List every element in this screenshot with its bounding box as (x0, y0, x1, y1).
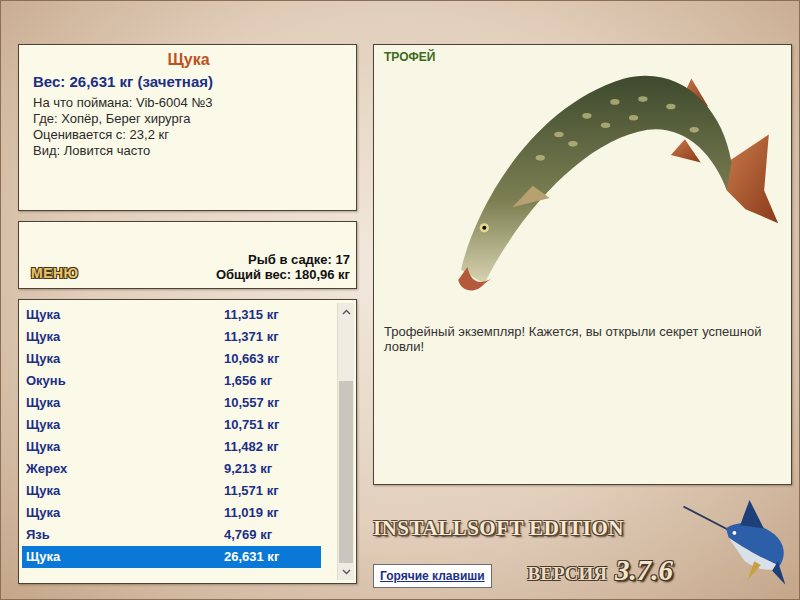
right-column: ТРОФЕЙ Трофейный экземпляр! Кажется, вы о… (373, 44, 792, 600)
fish-name-cell: Окунь (22, 371, 224, 391)
trophy-label: ТРОФЕЙ (384, 49, 447, 304)
version-row: Горячие клавиши ВЕРСИЯ 3.7.6 (373, 549, 673, 593)
scrollbar[interactable] (337, 303, 354, 580)
catch-row[interactable]: Щука10,751 кг (22, 414, 321, 436)
fish-weight-cell: 26,631 кг (224, 547, 279, 567)
edition-logo: INSTALLSOFT EDITION (373, 513, 673, 545)
fish-weight-cell: 1,656 кг (224, 371, 272, 391)
catch-row[interactable]: Щука11,019 кг (22, 502, 321, 524)
scroll-up-button[interactable] (338, 303, 354, 320)
fish-name-cell: Щука (22, 393, 224, 413)
version: ВЕРСИЯ 3.7.6 (528, 549, 673, 593)
fish-info-panel: ЩукаВес: 26,631 кг (зачетная) На что пойм… (18, 44, 357, 211)
scroll-track[interactable] (338, 320, 354, 563)
trophy-panel: ТРОФЕЙ Трофейный экземпляр! Кажется, вы о… (373, 44, 792, 485)
menu-button[interactable]: МЕНЮ (29, 264, 81, 282)
hotkeys-button[interactable]: Горячие клавиши (373, 564, 492, 588)
catch-row[interactable]: Щука10,557 кг (22, 392, 321, 414)
fish-name-cell: Щука (22, 547, 224, 567)
fish-weight-cell: 11,371 кг (224, 327, 279, 347)
keepnet-panel: МЕНЮ Рыб в садке: 17Общий вес: 180,96 кг (18, 221, 357, 289)
catch-row[interactable]: Щука11,482 кг (22, 436, 321, 458)
fish-name-cell: Щука (22, 503, 224, 523)
fish-name-cell: Щука (22, 481, 224, 501)
trophy-message: Трофейный экземпляр! Кажется, вы открыли… (384, 324, 783, 354)
fish-name-cell: Язь (22, 525, 224, 545)
trophy-picture: ТРОФЕЙ (384, 49, 783, 304)
brand: INSTALLSOFT EDITION Горячие клавиши ВЕРСИЯ… (373, 485, 673, 600)
version-label: ВЕРСИЯ (528, 560, 607, 589)
fish-weight-cell: 11,482 кг (224, 437, 279, 457)
catch-row[interactable]: Щука11,571 кг (22, 480, 321, 502)
fish-weight-cell: 10,751 кг (224, 415, 279, 435)
keepnet-count: Рыб в садке: 17 (216, 252, 350, 267)
fish-name-cell: Щука (22, 349, 224, 369)
catch-row[interactable]: Язь4,769 кг (22, 524, 321, 546)
fish-weight-cell: 4,769 кг (224, 525, 272, 545)
marlin-logo (674, 485, 792, 600)
catch-row[interactable]: Щука26,631 кг (22, 546, 321, 568)
catch-rows: Щука11,315 кгЩука11,371 кгЩука10,663 кгО… (22, 303, 337, 580)
fish-weight-cell: 11,315 кг (224, 305, 279, 325)
catch-row[interactable]: Щука10,663 кг (22, 348, 321, 370)
pike-picture (447, 49, 783, 304)
fish-weight: Вес: 26,631 кг (зачетная) (33, 71, 344, 93)
chevron-up-icon (342, 309, 351, 315)
catch-row[interactable]: Окунь1,656 кг (22, 370, 321, 392)
left-column: ЩукаВес: 26,631 кг (зачетная)На что пойм… (18, 44, 357, 600)
scroll-down-button[interactable] (338, 563, 354, 580)
catch-row[interactable]: Щука11,315 кг (22, 304, 321, 326)
fish-detail: Где: Хопёр, Берег хирурга (33, 111, 344, 127)
scroll-thumb[interactable] (339, 381, 353, 563)
fish-name-cell: Щука (22, 437, 224, 457)
fish-weight-cell: 10,557 кг (224, 393, 279, 413)
catch-list: Щука11,315 кгЩука11,371 кгЩука10,663 кгО… (18, 299, 357, 584)
keepnet-total: Общий вес: 180,96 кг (216, 267, 350, 282)
fish-detail: На что поймана: Vib-6004 №3 (33, 95, 344, 111)
fish-weight-cell: 11,571 кг (224, 481, 279, 501)
fish-weight-cell: 11,019 кг (224, 503, 279, 523)
chevron-down-icon (342, 569, 351, 575)
fish-name: Щука (33, 49, 344, 71)
catch-row[interactable]: Жерех9,213 кг (22, 458, 321, 480)
version-number: 3.7.6 (615, 549, 673, 593)
catch-row[interactable]: Щука11,371 кг (22, 326, 321, 348)
bottom-area: INSTALLSOFT EDITION Горячие клавиши ВЕРСИЯ… (373, 485, 792, 600)
fish-weight-cell: 10,663 кг (224, 349, 279, 369)
game-screen: ЩукаВес: 26,631 кг (зачетная)На что пойм… (1, 1, 799, 600)
fish-name-cell: Щука (22, 305, 224, 325)
fish-detail: Вид: Ловится часто (33, 143, 344, 159)
keepnet-info: Рыб в садке: 17Общий вес: 180,96 кг (216, 252, 350, 282)
fish-name-cell: Щука (22, 327, 224, 347)
fish-name-cell: Щука (22, 415, 224, 435)
marlin-icon (674, 485, 792, 595)
fish-name-cell: Жерех (22, 459, 224, 479)
fish-weight-cell: 9,213 кг (224, 459, 272, 479)
fish-detail: Оценивается с: 23,2 кг (33, 127, 344, 143)
